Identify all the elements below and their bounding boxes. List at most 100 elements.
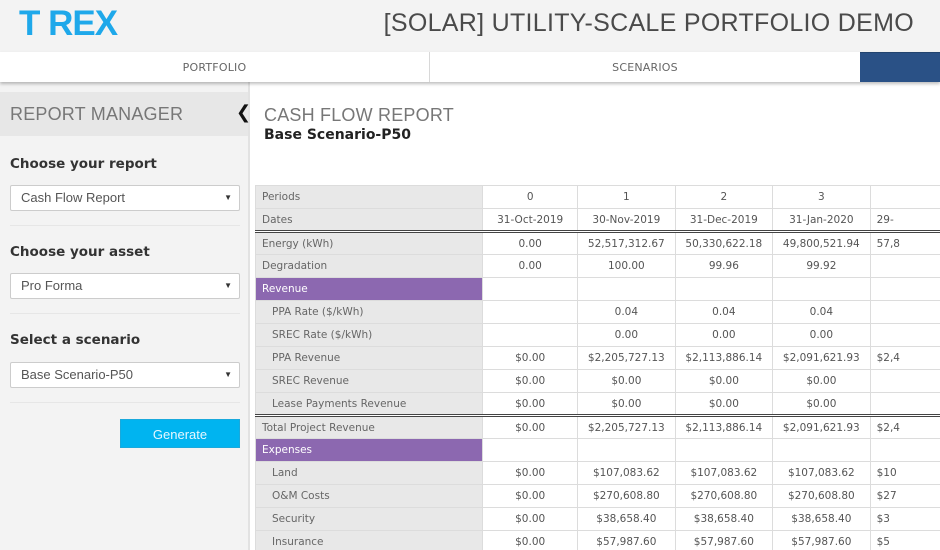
- cell-value: 99.92: [772, 254, 871, 278]
- cell-value: 100.00: [577, 254, 676, 278]
- table-row: PPA Revenue $0.00 $2,205,727.13 $2,113,886.…: [254, 346, 940, 370]
- table-row: Dates 31-Oct-2019 30-Nov-2019 31-Dec-2019 31…: [254, 208, 940, 233]
- cell-value: 50,330,622.18: [674, 231, 774, 255]
- table-row: Insurance $0.00 $57,987.60 $57,987.60 $57,98…: [254, 530, 940, 550]
- cell-value: $2,113,886.14: [674, 415, 774, 439]
- asset-label: Choose your asset: [10, 244, 150, 260]
- cell-value: $2,113,886.14: [674, 346, 774, 370]
- cell-value: $0.00: [674, 369, 774, 393]
- sidebar-title: REPORT MANAGER: [10, 104, 184, 124]
- row-label: Periods: [254, 185, 484, 209]
- cell-value: $0.00: [577, 369, 676, 393]
- cell-value: [482, 323, 579, 347]
- cell-value: [869, 323, 940, 347]
- row-label: Security: [254, 507, 484, 531]
- sidebar-header: REPORT MANAGER ❮: [0, 92, 251, 136]
- cell-value: $27: [869, 484, 940, 508]
- cell-value: 0.00: [772, 323, 871, 347]
- generate-button[interactable]: Generate: [120, 419, 240, 448]
- cell-value: 0.00: [482, 231, 579, 255]
- divider: [10, 402, 240, 403]
- cell-value: 0.00: [674, 323, 774, 347]
- cash-flow-table: Periods 0 1 2 3 Dates 31-Oct-2019 30-Nov-2019 31…: [254, 185, 940, 550]
- app-title: [SOLAR] UTILITY-SCALE PORTFOLIO DEMO: [383, 9, 914, 37]
- cell-value: 0.00: [577, 323, 676, 347]
- cell-value: $270,608.80: [577, 484, 676, 508]
- cell-value: $57,987.60: [674, 530, 774, 550]
- table-row: Degradation 0.00 100.00 99.96 99.92: [254, 254, 940, 278]
- cell-value: $2,091,621.93: [772, 346, 871, 370]
- cell-value: $57,987.60: [772, 530, 871, 550]
- cell-value: $38,658.40: [577, 507, 676, 531]
- cell-value: $0.00: [482, 461, 579, 485]
- cell-value: 31-Dec-2019: [674, 208, 774, 233]
- cell-value: [674, 277, 774, 301]
- row-label: PPA Revenue: [254, 346, 484, 370]
- cell-value: $10: [869, 461, 940, 485]
- app-header: T REX [SOLAR] UTILITY-SCALE PORTFOLIO DE…: [0, 0, 940, 52]
- cell-value: 0: [482, 185, 579, 209]
- tab-reports-active[interactable]: [860, 52, 940, 82]
- row-label: Total Project Revenue: [254, 415, 484, 439]
- cell-value: [869, 254, 940, 278]
- cell-value: 29-: [869, 208, 940, 233]
- row-label: Insurance: [254, 530, 484, 550]
- tab-scenarios[interactable]: SCENARIOS: [430, 52, 860, 82]
- main-nav: PORTFOLIO SCENARIOS: [0, 52, 940, 82]
- row-label: Lease Payments Revenue: [254, 392, 484, 417]
- cell-value: $0.00: [482, 484, 579, 508]
- cell-value: [577, 277, 676, 301]
- table-row: Periods 0 1 2 3: [254, 185, 940, 209]
- cell-value: $107,083.62: [674, 461, 774, 485]
- cell-value: 31-Jan-2020: [772, 208, 871, 233]
- table-row: O&M Costs $0.00 $270,608.80 $270,608.80 $270…: [254, 484, 940, 508]
- cell-value: [482, 438, 579, 462]
- cell-value: [577, 438, 676, 462]
- caret-down-icon: ▼: [224, 281, 232, 290]
- table-row: Land $0.00 $107,083.62 $107,083.62 $107,083.…: [254, 461, 940, 485]
- cell-value: $5: [869, 530, 940, 550]
- cell-value: [869, 392, 940, 417]
- cell-value: $38,658.40: [772, 507, 871, 531]
- cell-value: $2,205,727.13: [577, 346, 676, 370]
- cell-value: 31-Oct-2019: [482, 208, 579, 233]
- cell-value: [869, 438, 940, 462]
- cell-value: $38,658.40: [674, 507, 774, 531]
- cell-value: 0.04: [772, 300, 871, 324]
- cell-value: $107,083.62: [577, 461, 676, 485]
- row-label: Revenue: [254, 277, 484, 301]
- cell-value: $0.00: [482, 392, 579, 417]
- row-label: PPA Rate ($/kWh): [254, 300, 484, 324]
- cell-value: [674, 438, 774, 462]
- chevron-left-icon[interactable]: ❮: [236, 102, 251, 123]
- tab-portfolio[interactable]: PORTFOLIO: [0, 52, 430, 82]
- cell-value: $2,4: [869, 415, 940, 439]
- cash-flow-table-container[interactable]: Periods 0 1 2 3 Dates 31-Oct-2019 30-Nov-2019 31…: [254, 185, 940, 550]
- table-row: Total Project Revenue $0.00 $2,205,727.13 $…: [254, 415, 940, 439]
- cell-value: [869, 185, 940, 209]
- cell-value: 3: [772, 185, 871, 209]
- cell-value: 0.04: [577, 300, 676, 324]
- cell-value: $3: [869, 507, 940, 531]
- asset-select-value: Pro Forma: [21, 278, 83, 293]
- report-select[interactable]: Cash Flow Report ▼: [10, 185, 240, 211]
- cell-value: [869, 369, 940, 393]
- cell-value: $270,608.80: [674, 484, 774, 508]
- cell-value: [772, 438, 871, 462]
- asset-select[interactable]: Pro Forma ▼: [10, 273, 240, 299]
- scenario-select[interactable]: Base Scenario-P50 ▼: [10, 362, 240, 388]
- row-label: SREC Rate ($/kWh): [254, 323, 484, 347]
- row-label: Energy (kWh): [254, 231, 484, 255]
- table-row: SREC Revenue $0.00 $0.00 $0.00 $0.00: [254, 369, 940, 393]
- cell-value: $0.00: [482, 369, 579, 393]
- table-row: SREC Rate ($/kWh) 0.00 0.00 0.00: [254, 323, 940, 347]
- cell-value: [772, 277, 871, 301]
- row-label: Degradation: [254, 254, 484, 278]
- cell-value: $2,4: [869, 346, 940, 370]
- trex-logo[interactable]: T REX: [19, 4, 118, 44]
- report-label: Choose your report: [10, 156, 157, 172]
- cell-value: 1: [577, 185, 676, 209]
- cell-value: $0.00: [577, 392, 676, 417]
- report-select-value: Cash Flow Report: [21, 190, 126, 205]
- divider: [10, 225, 240, 226]
